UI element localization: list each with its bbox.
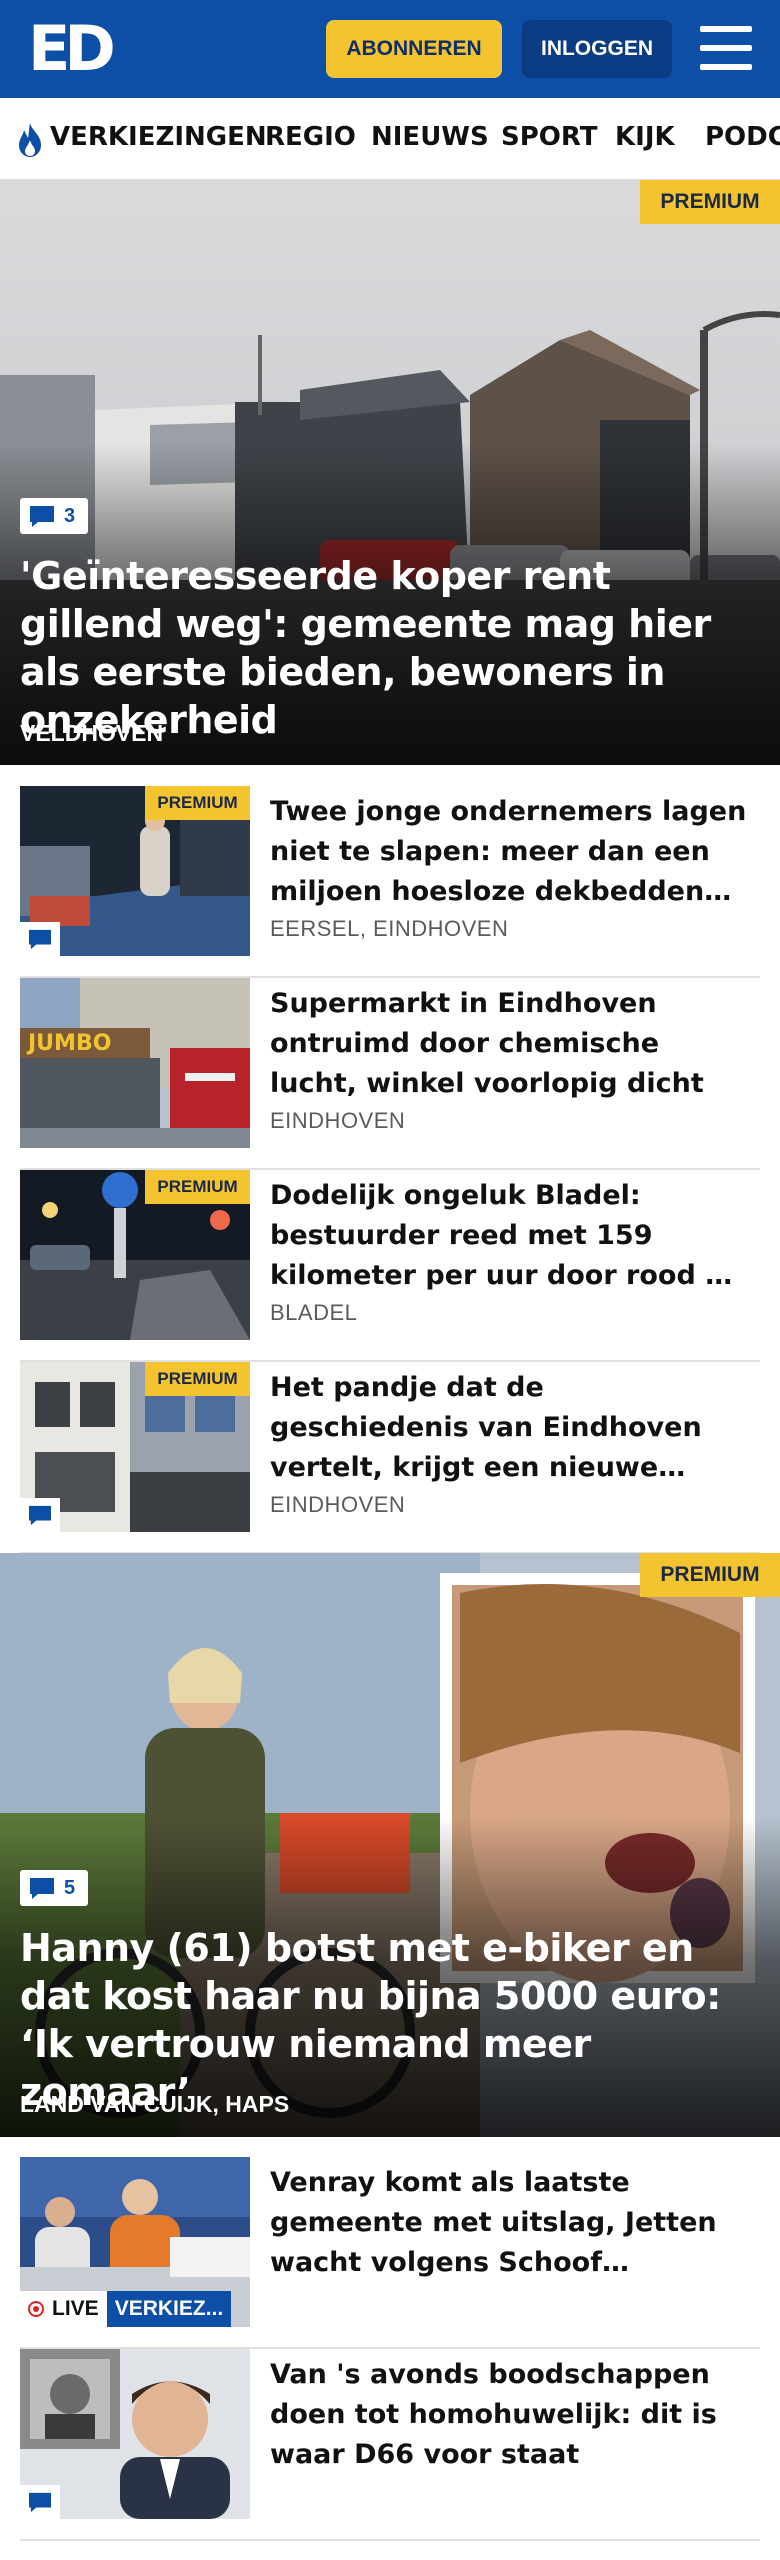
premium-badge: PREMIUM <box>640 180 780 224</box>
hero-article-hanny[interactable]: PREMIUM 5 Hanny (61) botst met e-biker e… <box>0 1553 780 2137</box>
list-item[interactable]: PREMIUM Dodelijk ongeluk Bladel: bestuur… <box>20 1170 760 1362</box>
article-thumbnail <box>20 2349 250 2519</box>
comment-icon <box>30 1878 54 1899</box>
comment-icon <box>20 1498 60 1532</box>
premium-badge: PREMIUM <box>640 1553 780 1597</box>
hero-title[interactable]: Hanny (61) botst met e-biker en dat kost… <box>20 1924 750 2116</box>
list-item[interactable]: LIVE VERKIEZ... Venray komt als laatste … <box>20 2157 760 2349</box>
article-title[interactable]: Het pandje dat de geschiedenis van Eindh… <box>270 1368 750 1488</box>
article-title[interactable]: Van 's avonds boodschappen doen tot homo… <box>270 2355 750 2475</box>
nav-item-kijk[interactable]: KIJK <box>615 120 675 154</box>
premium-badge: PREMIUM <box>145 1170 250 1204</box>
flame-icon <box>19 123 41 157</box>
ed-logo[interactable]: ED <box>28 18 116 80</box>
article-location: EINDHOVEN <box>270 1492 406 1517</box>
thumbnail-image: JUMBO <box>20 978 250 1148</box>
section-nav: VERKIEZINGEN REGIO NIEUWS SPORT KIJK POD… <box>0 98 780 180</box>
nav-item-podcasts[interactable]: PODC <box>705 120 780 154</box>
comment-count: 3 <box>64 504 76 527</box>
article-title[interactable]: Supermarkt in Eindhoven ontruimd door ch… <box>270 984 750 1104</box>
article-location: EINDHOVEN <box>270 1108 406 1133</box>
svg-text:JUMBO: JUMBO <box>26 1031 111 1056</box>
article-thumbnail: LIVE VERKIEZ... <box>20 2157 250 2327</box>
nav-item-verkiezingen[interactable]: VERKIEZINGEN <box>50 120 267 154</box>
article-thumbnail: JUMBO <box>20 978 250 1148</box>
comment-icon <box>30 506 54 527</box>
article-title[interactable]: Dodelijk ongeluk Bladel: bestuurder reed… <box>270 1176 750 1296</box>
comment-count-badge[interactable]: 3 <box>20 498 88 534</box>
list-item[interactable]: Van 's avonds boodschappen doen tot homo… <box>20 2349 760 2541</box>
list-item[interactable]: PREMIUM Het pandje dat de geschiedenis v… <box>20 1362 760 1554</box>
comment-icon <box>20 922 60 956</box>
comment-count: 5 <box>64 1876 76 1899</box>
list-item[interactable]: JUMBO Supermarkt in Eindhoven ontruimd d… <box>20 978 760 1170</box>
live-indicator: LIVE <box>20 2291 107 2327</box>
article-location: EERSEL, EINDHOVEN <box>270 916 509 941</box>
live-tag: LIVE VERKIEZ... <box>20 2291 232 2327</box>
login-button[interactable]: INLOGGEN <box>522 20 672 78</box>
site-header: ED ABONNEREN INLOGGEN <box>0 0 780 98</box>
comment-count-badge[interactable]: 5 <box>20 1870 88 1906</box>
live-label: LIVE <box>52 2297 99 2320</box>
nav-item-nieuws[interactable]: NIEUWS <box>371 120 489 154</box>
topic-tag: VERKIEZ... <box>106 2291 232 2327</box>
article-title[interactable]: Venray komt als laatste gemeente met uit… <box>270 2163 750 2283</box>
premium-badge: PREMIUM <box>145 1362 250 1396</box>
nav-item-sport[interactable]: SPORT <box>501 120 597 154</box>
hero-article-veldhoven[interactable]: PREMIUM 3 'Geïnteresseerde koper rent gi… <box>0 180 780 765</box>
hero-location: VELDHOVEN <box>20 720 164 746</box>
live-dot-icon <box>28 2301 44 2317</box>
article-location: BLADEL <box>270 1300 358 1325</box>
list-item[interactable]: PREMIUM Twee jonge ondernemers lagen nie… <box>20 786 760 978</box>
nav-item-regio[interactable]: REGIO <box>265 120 356 154</box>
logo-text: ED <box>28 12 116 85</box>
subscribe-button[interactable]: ABONNEREN <box>326 20 502 78</box>
article-thumbnail: PREMIUM <box>20 1170 250 1340</box>
article-title[interactable]: Twee jonge ondernemers lagen niet te sla… <box>270 792 750 912</box>
hero-location: LAND VAN CUIJK, HAPS <box>20 2091 290 2117</box>
hamburger-menu-icon[interactable] <box>700 26 752 70</box>
premium-badge: PREMIUM <box>145 786 250 820</box>
hero-title[interactable]: 'Geïnteresseerde koper rent gillend weg'… <box>20 552 750 744</box>
comment-icon <box>20 2485 60 2519</box>
article-thumbnail: PREMIUM <box>20 786 250 956</box>
article-thumbnail: PREMIUM <box>20 1362 250 1532</box>
